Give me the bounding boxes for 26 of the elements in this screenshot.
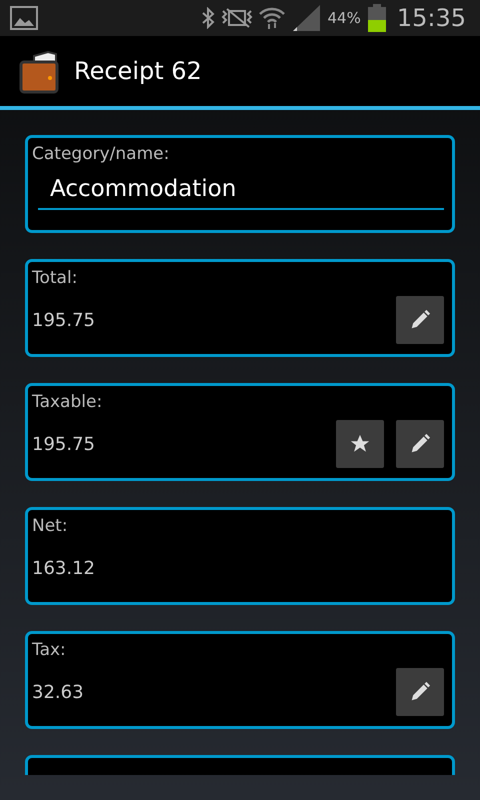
pencil-icon	[409, 681, 431, 703]
battery-icon	[366, 4, 387, 32]
amount-value: 195.75	[32, 310, 96, 330]
field-label: Category/name:	[32, 144, 170, 164]
battery-percent: 44%	[327, 9, 361, 27]
amount-value: 195.75	[32, 434, 96, 454]
edit-button[interactable]	[396, 668, 444, 716]
pencil-icon	[409, 309, 431, 331]
edit-button[interactable]	[396, 420, 444, 468]
name-input[interactable]: Accommodation	[38, 170, 444, 210]
field-label: Total:	[32, 268, 78, 288]
bluetooth-icon	[201, 7, 216, 29]
image-icon	[10, 6, 38, 30]
wifi-icon	[259, 6, 286, 30]
clock-time: 15:35	[396, 4, 466, 32]
pencil-icon	[409, 433, 431, 455]
edit-button[interactable]	[396, 296, 444, 344]
amount-value: 32.63	[32, 682, 85, 702]
field-label: Net:	[32, 516, 69, 536]
signal-icon	[291, 4, 322, 32]
amount-value: 163.12	[32, 558, 96, 578]
field-label: Taxable:	[32, 392, 104, 412]
vibrate-mute-icon	[221, 7, 254, 29]
field-label: Tax:	[32, 640, 67, 660]
screen-title: Receipt 62	[74, 57, 202, 85]
star-button[interactable]	[336, 420, 384, 468]
